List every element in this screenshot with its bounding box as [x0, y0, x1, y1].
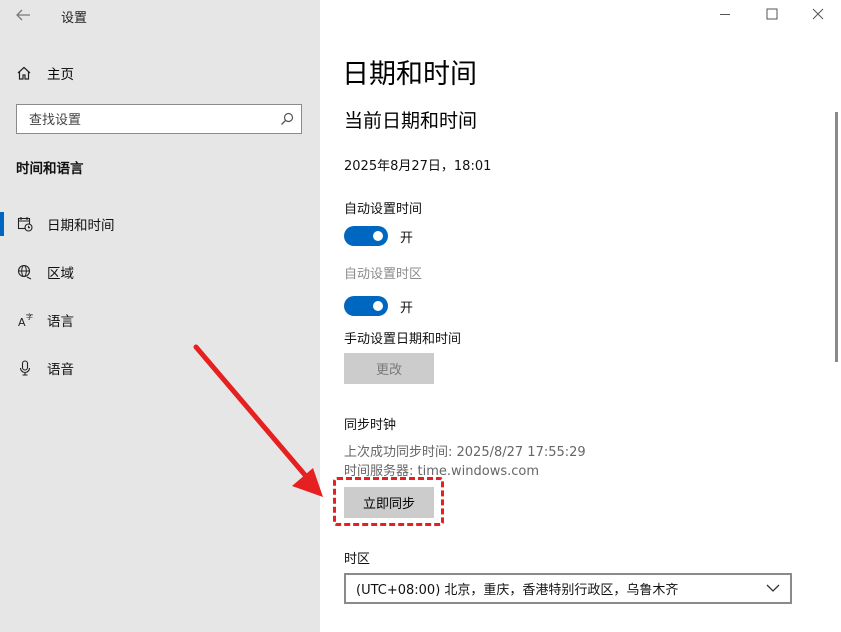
section-title: 时间和语言	[16, 161, 84, 177]
globe-icon	[17, 264, 32, 280]
active-indicator	[0, 212, 4, 236]
auto-timezone-toggle-row: 开	[344, 296, 413, 316]
timezone-select[interactable]: (UTC+08:00) 北京，重庆，香港特别行政区，乌鲁木齐	[344, 573, 792, 604]
auto-time-state: 开	[400, 230, 414, 246]
auto-timezone-state: 开	[400, 300, 414, 316]
toggle-knob	[373, 301, 383, 311]
svg-text:A: A	[18, 316, 26, 328]
toggle-knob	[373, 231, 383, 241]
sidebar-item-date-time[interactable]: 日期和时间	[0, 207, 320, 241]
search-input[interactable]	[27, 106, 271, 134]
sidebar-item-label: 日期和时间	[47, 218, 115, 234]
auto-time-toggle[interactable]	[344, 226, 388, 246]
chevron-down-icon	[766, 584, 780, 592]
timezone-label: 时区	[344, 552, 371, 567]
sync-clock-heading: 同步时钟	[344, 418, 397, 433]
search-box[interactable]	[16, 104, 302, 134]
last-sync-text: 上次成功同步时间: 2025/8/27 17:55:29	[344, 445, 586, 460]
home-icon	[17, 66, 31, 80]
scrollbar[interactable]	[835, 112, 838, 362]
microphone-icon	[19, 360, 31, 376]
current-datetime-heading: 当前日期和时间	[344, 110, 478, 132]
calendar-clock-icon	[17, 217, 33, 232]
close-icon[interactable]	[808, 6, 828, 26]
sidebar-item-speech[interactable]: 语音	[0, 351, 320, 385]
svg-text:字: 字	[26, 312, 33, 321]
auto-timezone-label: 自动设置时区	[344, 267, 423, 282]
sidebar: 设置 主页 时间和语言 日期和时间 区域 A字 语言 语音	[0, 0, 320, 632]
sidebar-item-label: 语言	[47, 314, 74, 330]
auto-time-label: 自动设置时间	[344, 202, 423, 217]
auto-timezone-toggle[interactable]	[344, 296, 388, 316]
sidebar-item-region[interactable]: 区域	[0, 255, 320, 289]
sidebar-item-label: 主页	[47, 67, 74, 83]
annotation-highlight-box	[333, 477, 444, 526]
change-button[interactable]: 更改	[344, 353, 434, 384]
sidebar-item-label: 语音	[47, 362, 74, 378]
sidebar-item-language[interactable]: A字 语言	[0, 303, 320, 337]
manual-datetime-label: 手动设置日期和时间	[344, 332, 462, 347]
app-title: 设置	[61, 11, 88, 26]
back-arrow-icon[interactable]	[14, 6, 34, 26]
auto-time-toggle-row: 开	[344, 226, 413, 246]
search-icon[interactable]	[279, 111, 295, 127]
language-icon: A字	[18, 312, 33, 328]
page-title: 日期和时间	[342, 59, 477, 90]
minimize-icon[interactable]	[715, 6, 735, 26]
sidebar-item-label: 区域	[47, 266, 74, 282]
current-datetime-value: 2025年8月27日，18:01	[344, 159, 492, 174]
maximize-icon[interactable]	[762, 6, 782, 26]
timezone-value: (UTC+08:00) 北京，重庆，香港特别行政区，乌鲁木齐	[356, 583, 679, 598]
sidebar-item-home[interactable]: 主页	[16, 62, 316, 84]
